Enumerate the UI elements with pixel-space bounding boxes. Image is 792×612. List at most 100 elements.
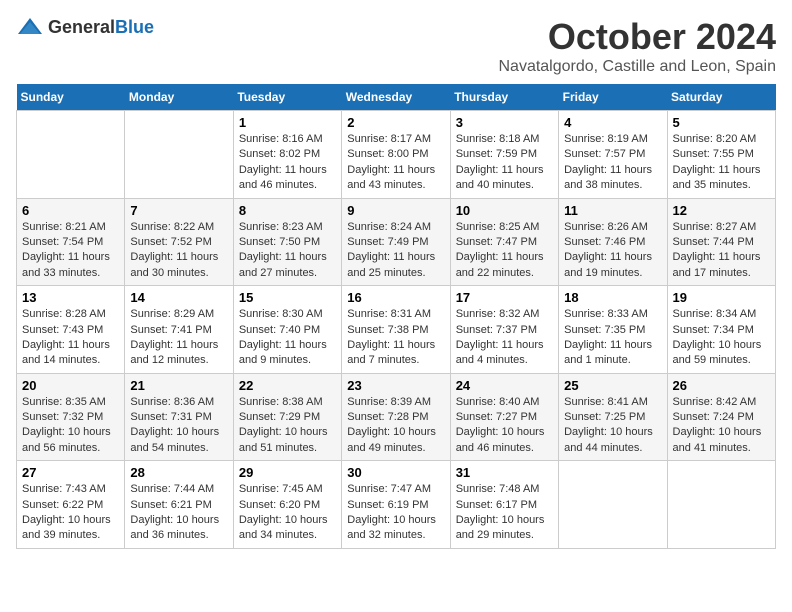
day-info: Sunrise: 8:28 AM Sunset: 7:43 PM Dayligh… (22, 307, 119, 369)
calendar-cell: 20 Sunrise: 8:35 AM Sunset: 7:32 PM Dayli… (17, 373, 125, 461)
calendar-cell: 1Sunrise: 8:16 AM Sunset: 8:02 PM Daylig… (233, 111, 341, 199)
day-number: 14 (130, 290, 227, 305)
calendar-cell: 30 Sunrise: 7:47 AM Sunset: 6:19 PM Dayli… (342, 461, 450, 549)
day-info: Sunrise: 8:41 AM Sunset: 7:25 PM Dayligh… (564, 395, 661, 457)
calendar-cell: 11 Sunrise: 8:26 AM Sunset: 7:46 PM Dayli… (559, 198, 667, 286)
calendar-cell: 2 Sunrise: 8:17 AM Sunset: 8:00 PM Daylig… (342, 111, 450, 199)
day-number: 2 (347, 115, 444, 130)
calendar-week-2: 6 Sunrise: 8:21 AM Sunset: 7:54 PM Daylig… (17, 198, 776, 286)
calendar-body: 1Sunrise: 8:16 AM Sunset: 8:02 PM Daylig… (17, 111, 776, 549)
calendar-cell: 29 Sunrise: 7:45 AM Sunset: 6:20 PM Dayli… (233, 461, 341, 549)
logo: GeneralBlue (16, 16, 154, 38)
calendar-cell: 16 Sunrise: 8:31 AM Sunset: 7:38 PM Dayli… (342, 286, 450, 374)
calendar-cell: 23 Sunrise: 8:39 AM Sunset: 7:28 PM Dayli… (342, 373, 450, 461)
calendar-cell (125, 111, 233, 199)
day-info: Sunrise: 8:36 AM Sunset: 7:31 PM Dayligh… (130, 395, 227, 457)
weekday-header-thursday: Thursday (450, 84, 558, 111)
day-number: 20 (22, 378, 119, 393)
calendar-cell: 9Sunrise: 8:24 AM Sunset: 7:49 PM Daylig… (342, 198, 450, 286)
day-info: Sunrise: 8:35 AM Sunset: 7:32 PM Dayligh… (22, 395, 119, 457)
calendar-cell: 18 Sunrise: 8:33 AM Sunset: 7:35 PM Dayli… (559, 286, 667, 374)
day-info: Sunrise: 8:21 AM Sunset: 7:54 PM Dayligh… (22, 220, 119, 282)
title-area: October 2024 Navatalgordo, Castille and … (498, 16, 776, 76)
calendar-cell: 19Sunrise: 8:34 AM Sunset: 7:34 PM Dayli… (667, 286, 775, 374)
day-info: Sunrise: 8:17 AM Sunset: 8:00 PM Dayligh… (347, 132, 444, 194)
day-number: 30 (347, 465, 444, 480)
day-number: 4 (564, 115, 661, 130)
calendar-cell: 13Sunrise: 8:28 AM Sunset: 7:43 PM Dayli… (17, 286, 125, 374)
day-info: Sunrise: 7:48 AM Sunset: 6:17 PM Dayligh… (456, 482, 553, 544)
day-number: 11 (564, 203, 661, 218)
day-info: Sunrise: 8:25 AM Sunset: 7:47 PM Dayligh… (456, 220, 553, 282)
location-title: Navatalgordo, Castille and Leon, Spain (498, 58, 776, 76)
day-number: 16 (347, 290, 444, 305)
logo-text: GeneralBlue (48, 17, 154, 38)
calendar-cell: 31 Sunrise: 7:48 AM Sunset: 6:17 PM Dayli… (450, 461, 558, 549)
day-info: Sunrise: 8:16 AM Sunset: 8:02 PM Dayligh… (239, 132, 336, 194)
calendar-cell: 5 Sunrise: 8:20 AM Sunset: 7:55 PM Daylig… (667, 111, 775, 199)
day-info: Sunrise: 8:18 AM Sunset: 7:59 PM Dayligh… (456, 132, 553, 194)
day-number: 22 (239, 378, 336, 393)
day-number: 7 (130, 203, 227, 218)
day-info: Sunrise: 8:20 AM Sunset: 7:55 PM Dayligh… (673, 132, 770, 194)
weekday-header-monday: Monday (125, 84, 233, 111)
day-info: Sunrise: 8:38 AM Sunset: 7:29 PM Dayligh… (239, 395, 336, 457)
day-number: 3 (456, 115, 553, 130)
day-number: 6 (22, 203, 119, 218)
calendar-cell: 26 Sunrise: 8:42 AM Sunset: 7:24 PM Dayli… (667, 373, 775, 461)
day-info: Sunrise: 8:42 AM Sunset: 7:24 PM Dayligh… (673, 395, 770, 457)
calendar-table: SundayMondayTuesdayWednesdayThursdayFrid… (16, 84, 776, 549)
calendar-cell: 24 Sunrise: 8:40 AM Sunset: 7:27 PM Dayli… (450, 373, 558, 461)
day-info: Sunrise: 8:39 AM Sunset: 7:28 PM Dayligh… (347, 395, 444, 457)
calendar-cell (559, 461, 667, 549)
day-info: Sunrise: 8:33 AM Sunset: 7:35 PM Dayligh… (564, 307, 661, 369)
calendar-cell: 17Sunrise: 8:32 AM Sunset: 7:37 PM Dayli… (450, 286, 558, 374)
day-info: Sunrise: 8:27 AM Sunset: 7:44 PM Dayligh… (673, 220, 770, 282)
day-info: Sunrise: 8:22 AM Sunset: 7:52 PM Dayligh… (130, 220, 227, 282)
day-number: 31 (456, 465, 553, 480)
day-info: Sunrise: 8:34 AM Sunset: 7:34 PM Dayligh… (673, 307, 770, 369)
day-number: 10 (456, 203, 553, 218)
calendar-cell: 10 Sunrise: 8:25 AM Sunset: 7:47 PM Dayli… (450, 198, 558, 286)
day-number: 15 (239, 290, 336, 305)
day-number: 12 (673, 203, 770, 218)
day-number: 23 (347, 378, 444, 393)
calendar-cell: 22 Sunrise: 8:38 AM Sunset: 7:29 PM Dayli… (233, 373, 341, 461)
day-number: 28 (130, 465, 227, 480)
calendar-cell: 27Sunrise: 7:43 AM Sunset: 6:22 PM Dayli… (17, 461, 125, 549)
day-number: 26 (673, 378, 770, 393)
calendar-week-1: 1Sunrise: 8:16 AM Sunset: 8:02 PM Daylig… (17, 111, 776, 199)
day-number: 5 (673, 115, 770, 130)
calendar-cell: 8Sunrise: 8:23 AM Sunset: 7:50 PM Daylig… (233, 198, 341, 286)
logo-general: General (48, 17, 115, 37)
day-number: 21 (130, 378, 227, 393)
day-info: Sunrise: 8:23 AM Sunset: 7:50 PM Dayligh… (239, 220, 336, 282)
logo-blue: Blue (115, 17, 154, 37)
weekday-header-saturday: Saturday (667, 84, 775, 111)
day-info: Sunrise: 8:29 AM Sunset: 7:41 PM Dayligh… (130, 307, 227, 369)
day-info: Sunrise: 8:19 AM Sunset: 7:57 PM Dayligh… (564, 132, 661, 194)
day-number: 18 (564, 290, 661, 305)
day-info: Sunrise: 7:47 AM Sunset: 6:19 PM Dayligh… (347, 482, 444, 544)
day-info: Sunrise: 7:45 AM Sunset: 6:20 PM Dayligh… (239, 482, 336, 544)
weekday-header-sunday: Sunday (17, 84, 125, 111)
calendar-cell: 15 Sunrise: 8:30 AM Sunset: 7:40 PM Dayli… (233, 286, 341, 374)
calendar-cell: 7 Sunrise: 8:22 AM Sunset: 7:52 PM Daylig… (125, 198, 233, 286)
day-number: 9 (347, 203, 444, 218)
weekday-header-friday: Friday (559, 84, 667, 111)
day-info: Sunrise: 8:26 AM Sunset: 7:46 PM Dayligh… (564, 220, 661, 282)
day-number: 24 (456, 378, 553, 393)
day-info: Sunrise: 8:40 AM Sunset: 7:27 PM Dayligh… (456, 395, 553, 457)
calendar-cell: 12 Sunrise: 8:27 AM Sunset: 7:44 PM Dayli… (667, 198, 775, 286)
calendar-cell: 28Sunrise: 7:44 AM Sunset: 6:21 PM Dayli… (125, 461, 233, 549)
calendar-week-3: 13Sunrise: 8:28 AM Sunset: 7:43 PM Dayli… (17, 286, 776, 374)
page-header: GeneralBlue October 2024 Navatalgordo, C… (16, 16, 776, 76)
day-number: 29 (239, 465, 336, 480)
calendar-cell (667, 461, 775, 549)
calendar-cell: 25Sunrise: 8:41 AM Sunset: 7:25 PM Dayli… (559, 373, 667, 461)
month-title: October 2024 (498, 16, 776, 58)
day-info: Sunrise: 8:30 AM Sunset: 7:40 PM Dayligh… (239, 307, 336, 369)
calendar-cell (17, 111, 125, 199)
day-info: Sunrise: 8:31 AM Sunset: 7:38 PM Dayligh… (347, 307, 444, 369)
calendar-week-5: 27Sunrise: 7:43 AM Sunset: 6:22 PM Dayli… (17, 461, 776, 549)
